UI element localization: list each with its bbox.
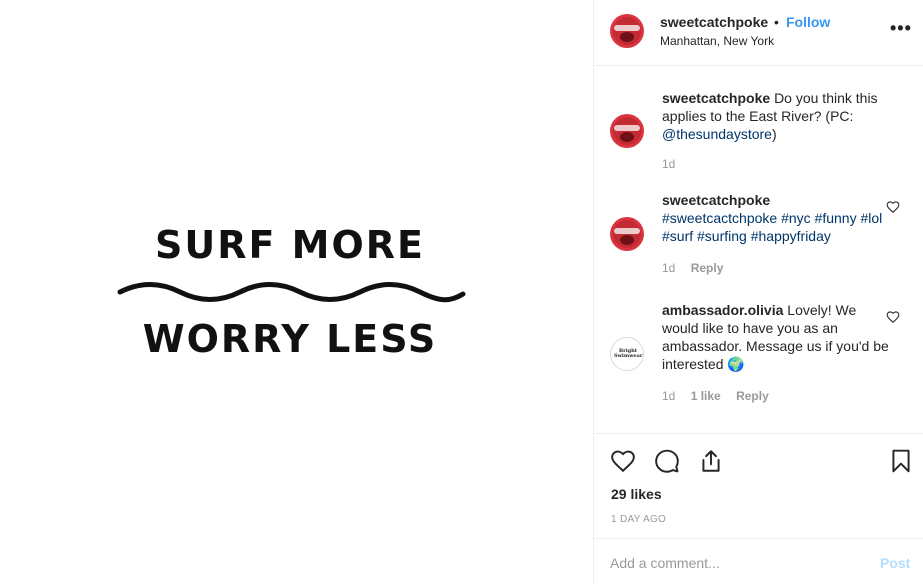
comment-hashtags[interactable]: #sweetcactchpoke #nyc #funny #lol #surf … <box>662 209 890 245</box>
post-location[interactable]: Manhattan, New York <box>660 34 774 48</box>
post-image[interactable]: SURF MORE WORRY LESS <box>0 0 593 584</box>
comment-icon[interactable] <box>654 448 680 474</box>
comment-meta: 1d Reply <box>662 261 735 275</box>
add-comment-bar: Post <box>594 538 923 584</box>
comment-time[interactable]: 1d <box>662 261 675 275</box>
image-line-2: WORRY LESS <box>143 317 438 361</box>
author-avatar[interactable] <box>610 14 644 48</box>
caption-text: sweetcatchpoke Do you think this applies… <box>662 89 890 143</box>
comment-username[interactable]: ambassador.olivia <box>662 302 783 318</box>
follow-button[interactable]: Follow <box>786 14 830 30</box>
post-actions: 29 likes 1 DAY AGO <box>594 433 923 538</box>
comment-text: ambassador.olivia Lovely! We would like … <box>662 301 890 373</box>
comment-avatar[interactable] <box>610 217 644 251</box>
post-image-graphic: SURF MORE WORRY LESS <box>117 223 466 361</box>
heart-icon[interactable] <box>610 448 636 474</box>
avatar-brand-text: Bright Swimwear <box>614 348 643 359</box>
comment-text: sweetcatchpoke #sweetcactchpoke #nyc #fu… <box>662 191 890 245</box>
post-timestamp[interactable]: 1 DAY AGO <box>611 514 666 525</box>
post-side-panel: sweetcatchpoke • Follow Manhattan, New Y… <box>593 0 923 584</box>
post-button[interactable]: Post <box>880 555 910 571</box>
comment-time[interactable]: 1d <box>662 389 675 403</box>
comment-likes[interactable]: 1 like <box>691 389 721 403</box>
author-username[interactable]: sweetcatchpoke <box>660 14 768 30</box>
caption-time[interactable]: 1d <box>662 157 675 171</box>
image-line-1: SURF MORE <box>155 223 425 267</box>
ellipsis-icon[interactable]: ••• <box>890 18 912 39</box>
share-icon[interactable] <box>698 448 724 474</box>
globe-emoji: 🌍 <box>727 356 745 372</box>
comment-meta: 1d 1 like Reply <box>662 389 781 403</box>
caption-meta: 1d <box>662 157 687 171</box>
wave-line <box>117 282 466 303</box>
comment-like-heart-icon[interactable] <box>886 200 900 214</box>
reply-button[interactable]: Reply <box>736 389 769 403</box>
header-separator: • <box>774 14 779 30</box>
comment-like-heart-icon[interactable] <box>886 310 900 324</box>
bookmark-icon[interactable] <box>888 448 914 474</box>
reply-button[interactable]: Reply <box>691 261 724 275</box>
post-header: sweetcatchpoke • Follow Manhattan, New Y… <box>594 0 923 66</box>
comment-input[interactable] <box>610 553 860 573</box>
caption-body-end: ) <box>771 126 777 142</box>
caption-mention[interactable]: @thesundaystore <box>662 126 772 142</box>
comment-avatar[interactable]: Bright Swimwear <box>610 337 644 371</box>
comment-username[interactable]: sweetcatchpoke <box>662 191 890 209</box>
likes-count[interactable]: 29 likes <box>611 486 662 502</box>
caption-avatar[interactable] <box>610 114 644 148</box>
caption-username[interactable]: sweetcatchpoke <box>662 90 770 106</box>
comments-list: sweetcatchpoke Do you think this applies… <box>594 67 923 433</box>
